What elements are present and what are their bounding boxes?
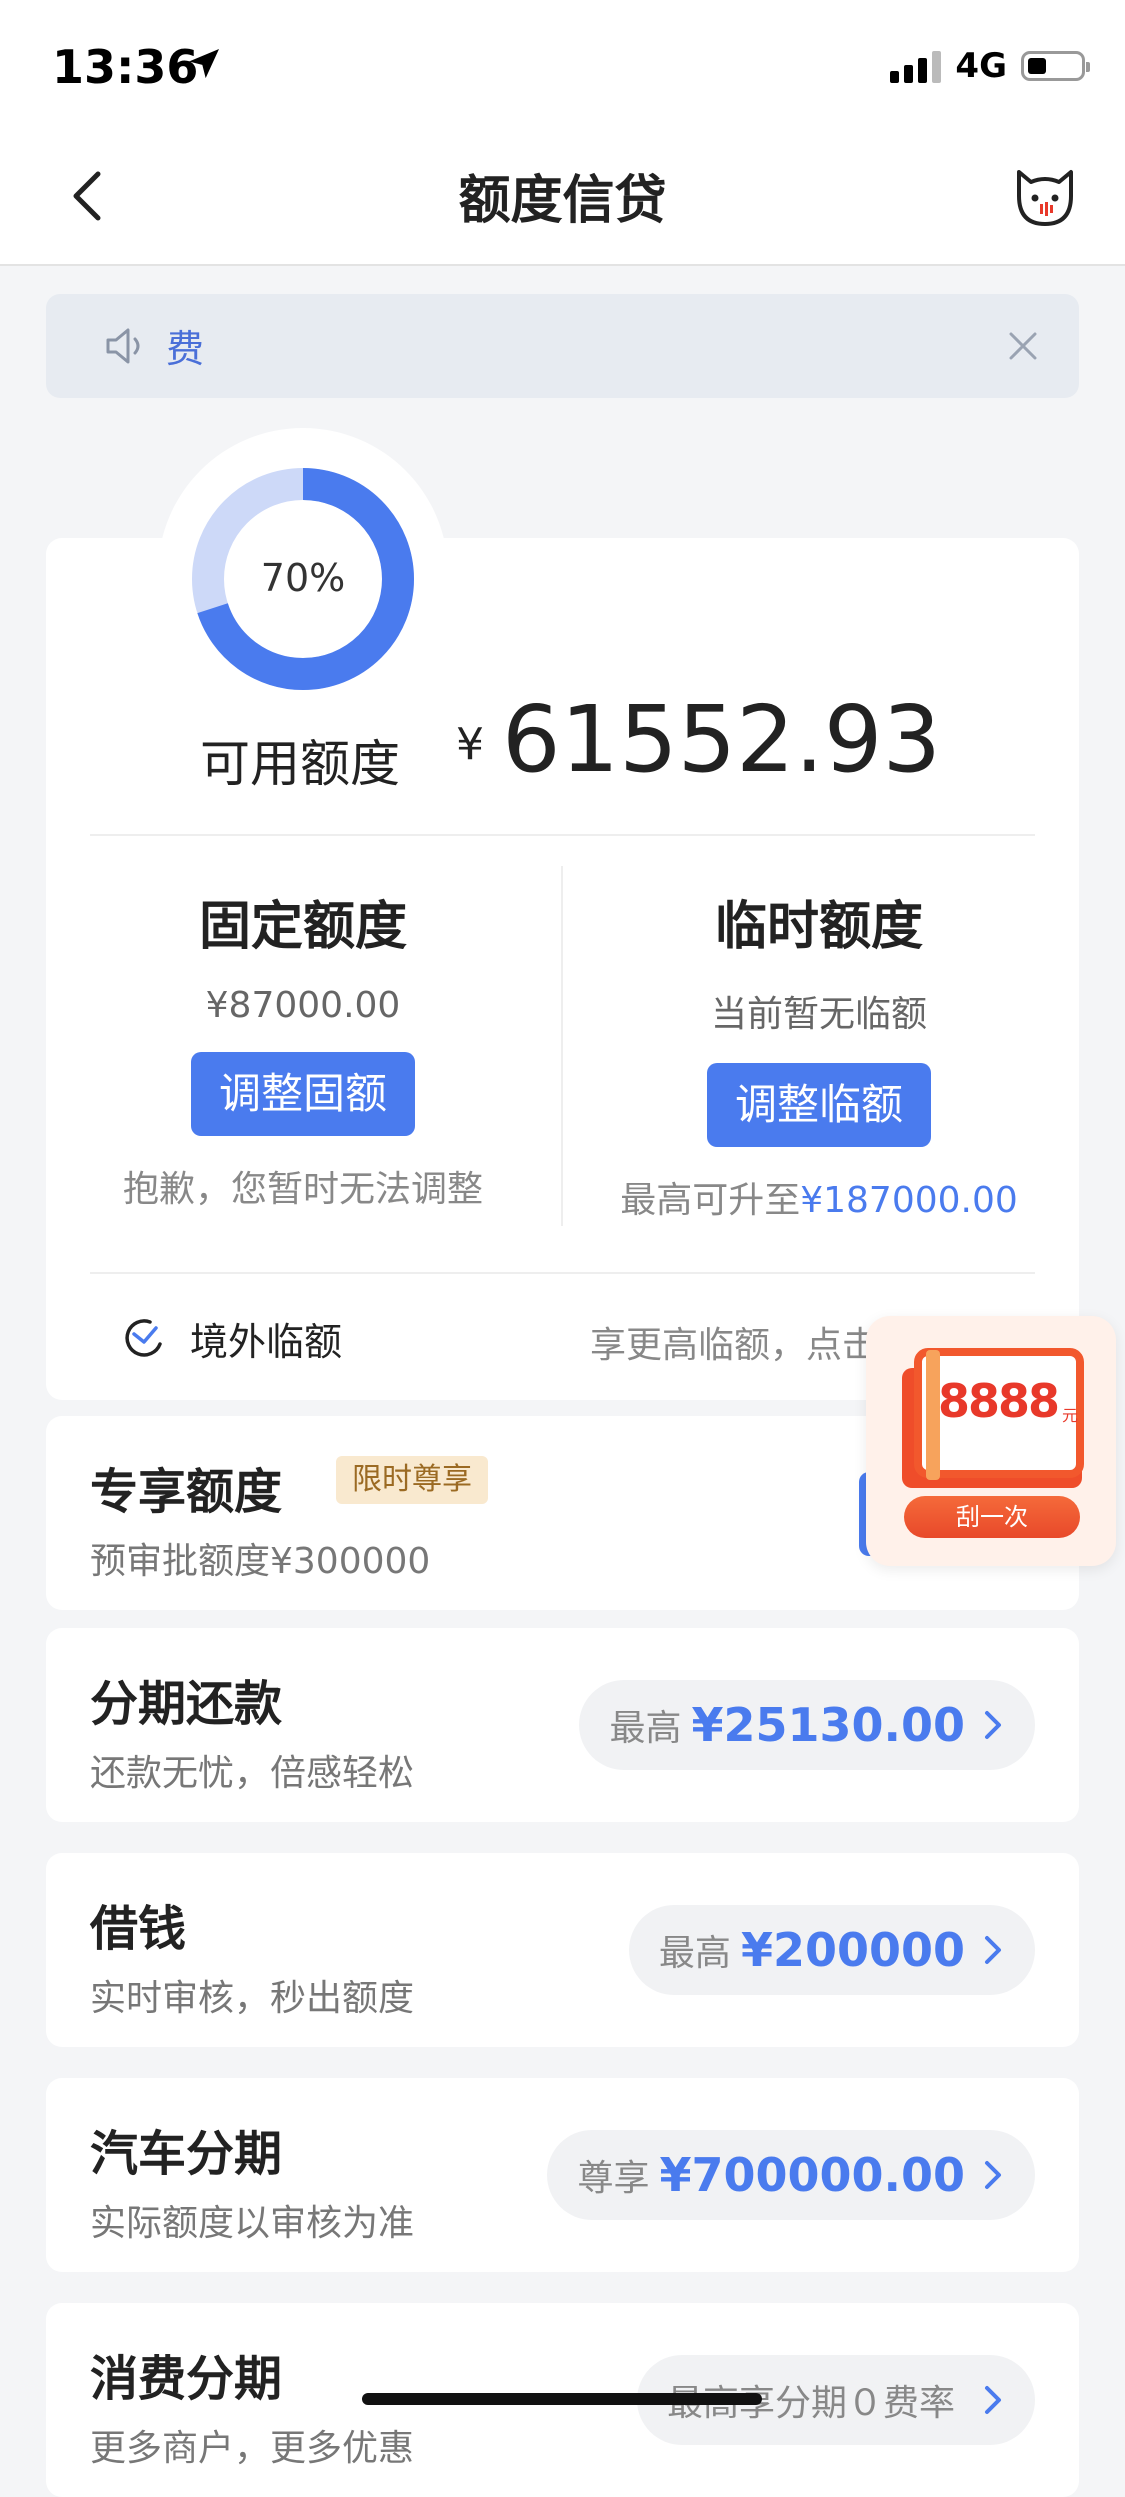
notice-text: 费 xyxy=(166,327,205,371)
speaker-icon xyxy=(106,328,140,364)
scratch-button[interactable]: 刮一次 xyxy=(904,1496,1080,1538)
close-icon[interactable] xyxy=(1003,326,1043,366)
product-title: 汽车分期 xyxy=(90,2126,283,2182)
temporary-credit-note: 最高可升至¥187000.00 xyxy=(584,1171,1054,1223)
exclusive-credit-title: 专享额度 xyxy=(90,1464,283,1520)
status-time: 13:36 xyxy=(52,40,199,94)
pill-amount: ¥200000 xyxy=(740,1923,965,1977)
product-subtitle: 实际额度以审核为准 xyxy=(90,2203,415,2244)
product-title: 分期还款 xyxy=(90,1676,283,1732)
adjust-fixed-button[interactable]: 调整固额 xyxy=(191,1052,415,1136)
chevron-right-icon xyxy=(985,1711,1001,1739)
temporary-note-amount: ¥187000.00 xyxy=(800,1180,1018,1221)
location-arrow-icon xyxy=(189,49,219,79)
product-card[interactable]: 借钱 实时审核，秒出额度 最高 ¥200000 xyxy=(46,1853,1079,2047)
network-type: 4G xyxy=(955,46,1007,86)
product-card[interactable]: 汽车分期 实际额度以审核为准 尊享 ¥700000.00 xyxy=(46,2078,1079,2272)
status-bar: 13:36 4G xyxy=(0,0,1125,130)
promo-amount: 8888 xyxy=(938,1374,1060,1428)
product-limit-pill[interactable]: 最高 ¥200000 xyxy=(628,1905,1035,1995)
home-indicator xyxy=(362,2393,762,2405)
overseas-credit-label: 境外临额 xyxy=(190,1319,343,1364)
scratch-card-promo[interactable]: 8888 元 刮一次 xyxy=(866,1316,1116,1566)
clock-plane-icon xyxy=(125,1319,162,1357)
divider xyxy=(90,1272,1035,1274)
page-title: 额度信贷 xyxy=(458,171,667,231)
product-title: 消费分期 xyxy=(90,2351,283,2407)
limited-badge: 限时尊享 xyxy=(336,1456,488,1504)
divider xyxy=(90,834,1035,836)
overseas-credit-row[interactable]: 境外临额 xyxy=(120,1312,342,1364)
product-subtitle: 还款无忧，倍感轻松 xyxy=(90,1753,415,1794)
temporary-credit-status: 当前暂无临额 xyxy=(710,994,927,1035)
fixed-credit-amount: ¥87000.00 xyxy=(205,985,401,1026)
column-divider xyxy=(561,866,563,1226)
chevron-right-icon xyxy=(985,2161,1001,2189)
usage-percent-label: 70% xyxy=(260,556,346,600)
promo-unit: 元 xyxy=(1062,1406,1079,1425)
fixed-credit-note: 抱歉，您暂时无法调整 xyxy=(122,1169,483,1210)
nav-bar: 额度信贷 xyxy=(0,130,1125,266)
pill-amount: ¥700000.00 xyxy=(659,2148,965,2202)
available-credit-label: 可用额度 xyxy=(200,735,400,793)
adjust-temporary-button[interactable]: 调整临额 xyxy=(707,1063,931,1147)
customer-service-cat-icon[interactable] xyxy=(1009,160,1081,232)
available-credit-value: 61552.93 xyxy=(502,686,941,793)
available-credit-amount: ¥61552.93 xyxy=(456,686,941,793)
product-card[interactable]: 分期还款 还款无忧，倍感轻松 最高 ¥25130.00 xyxy=(46,1628,1079,1822)
temporary-note-prefix: 最高可升至 xyxy=(620,1180,801,1221)
product-subtitle: 更多商户，更多优惠 xyxy=(90,2428,415,2469)
notice-bar[interactable]: 费 xyxy=(46,294,1079,398)
pill-prefix: 最高 xyxy=(658,1933,731,1974)
chevron-right-icon xyxy=(985,1936,1001,1964)
product-limit-pill[interactable]: 尊享 ¥700000.00 xyxy=(547,2130,1035,2220)
signal-icon xyxy=(890,49,942,83)
pill-prefix: 尊享 xyxy=(577,2158,650,2199)
temporary-credit-section: 临时额度 当前暂无临额 调整临额 最高可升至¥187000.00 xyxy=(584,884,1054,1223)
product-limit-pill[interactable]: 最高 ¥25130.00 xyxy=(579,1680,1035,1770)
product-title: 借钱 xyxy=(90,1901,187,1957)
fixed-credit-section: 固定额度 ¥87000.00 调整固额 抱歉，您暂时无法调整 xyxy=(68,884,538,1212)
pill-prefix: 最高 xyxy=(609,1708,682,1749)
temporary-credit-title: 临时额度 xyxy=(714,897,923,957)
exclusive-credit-subtitle: 预审批额度¥300000 xyxy=(90,1541,431,1582)
product-subtitle: 实时审核，秒出额度 xyxy=(90,1978,415,2019)
status-indicators: 4G xyxy=(890,46,1090,86)
pill-amount: ¥25130.00 xyxy=(691,1698,965,1752)
currency-symbol: ¥ xyxy=(456,719,484,770)
overseas-credit-hint[interactable]: 享更高临额，点击 xyxy=(590,1316,878,1368)
fixed-credit-title: 固定额度 xyxy=(198,897,407,957)
battery-icon xyxy=(1021,51,1090,81)
chevron-right-icon xyxy=(985,2386,1001,2414)
